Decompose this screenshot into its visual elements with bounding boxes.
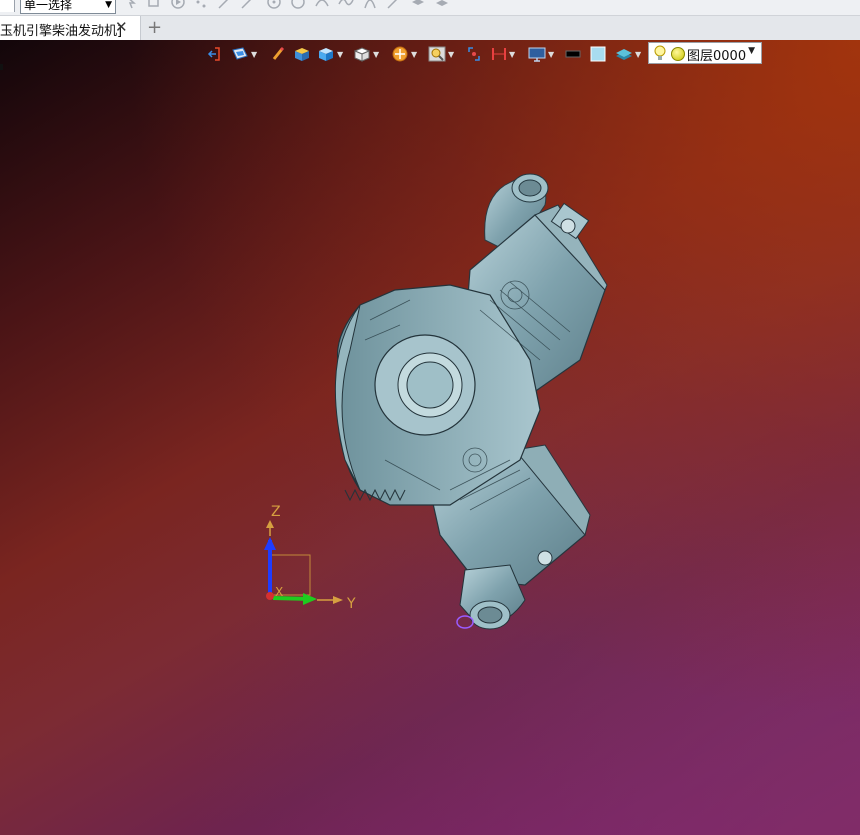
view-toolbar: ▼ ▼ ▼ ▼ ▼ ▼ ▼ ▼ 图层0000 ▼ <box>203 42 763 64</box>
chevron-down-icon[interactable]: ▼ <box>251 50 257 59</box>
orient-view-icon[interactable]: ▼ <box>391 45 417 63</box>
lightbulb-icon <box>654 45 666 60</box>
blank-square-icon[interactable] <box>590 45 606 63</box>
display-icon[interactable]: ▼ <box>528 45 554 63</box>
close-icon[interactable]: ✕ <box>115 18 128 36</box>
chevron-down-icon[interactable]: ▼ <box>337 50 343 59</box>
selection-filter-dropdown[interactable]: 单一选择 ▼ <box>20 0 116 14</box>
filter-toggle[interactable] <box>0 0 15 12</box>
curve-snap-icon[interactable] <box>314 0 330 10</box>
endpoint-snap-icon[interactable] <box>240 0 256 10</box>
chevron-down-icon[interactable]: ▼ <box>548 50 554 59</box>
coordinate-triad: Z Y X <box>264 504 356 612</box>
render-style-icon[interactable]: ▼ <box>231 45 257 63</box>
pencil-icon[interactable] <box>271 45 285 63</box>
top-toolbar: 单一选择 ▼ <box>0 0 860 16</box>
chevron-down-icon: ▼ <box>748 46 755 56</box>
chevron-down-icon[interactable]: ▼ <box>448 50 454 59</box>
chevron-down-icon[interactable]: ▼ <box>509 50 515 59</box>
magnify-icon[interactable]: ▼ <box>428 45 454 63</box>
select-cursor-icon[interactable] <box>122 0 138 10</box>
layer-color-dot <box>671 47 685 61</box>
black-bar-icon[interactable] <box>565 45 581 63</box>
section-icon[interactable]: ▼ <box>491 45 515 63</box>
tab-document[interactable]: 玉机引擎柴油发动机] ✕ <box>0 16 141 40</box>
selection-filter-value: 单一选择 <box>24 0 73 12</box>
tangent-snap-icon[interactable] <box>362 0 378 10</box>
layers-icon[interactable]: ▼ <box>615 45 641 63</box>
z-axis-label: Z <box>271 504 281 520</box>
x-axis-label: X <box>275 585 283 599</box>
arc-snap-icon[interactable] <box>290 0 306 10</box>
chevron-down-icon[interactable]: ▼ <box>373 50 379 59</box>
y-axis-label: Y <box>346 596 356 612</box>
new-tab-button[interactable]: + <box>147 17 162 38</box>
graphics-viewport[interactable]: ▼ ▼ ▼ ▼ ▼ ▼ ▼ ▼ 图层0000 ▼ Z Y X <box>0 40 860 835</box>
shaded-box-icon[interactable] <box>293 45 311 63</box>
wire-cube-icon[interactable]: ▼ <box>353 45 379 63</box>
fit-icon[interactable] <box>467 45 481 63</box>
layer-stack-2-icon[interactable] <box>434 0 450 10</box>
viewport-edge-marker <box>0 64 3 70</box>
document-tab-bar: 玉机引擎柴油发动机] ✕ + <box>0 16 860 40</box>
chevron-down-icon: ▼ <box>105 0 112 10</box>
exit-icon[interactable] <box>207 45 221 63</box>
chevron-down-icon[interactable]: ▼ <box>411 50 417 59</box>
play-icon[interactable] <box>170 0 186 10</box>
chevron-down-icon[interactable]: ▼ <box>635 50 641 59</box>
snap-points-icon[interactable] <box>194 0 210 10</box>
center-snap-icon[interactable] <box>266 0 282 10</box>
layer-dropdown[interactable]: 图层0000 ▼ <box>648 42 762 64</box>
layer-value: 图层0000 <box>687 49 747 64</box>
point-on-curve-icon[interactable] <box>386 0 402 10</box>
line-snap-icon[interactable] <box>217 0 233 10</box>
layer-stack-icon[interactable] <box>410 0 426 10</box>
select-filter-icon[interactable] <box>146 0 162 10</box>
tab-document-label: 玉机引擎柴油发动机] <box>0 24 123 39</box>
spline-snap-icon[interactable] <box>338 0 354 10</box>
view-cube-icon[interactable]: ▼ <box>317 45 343 63</box>
